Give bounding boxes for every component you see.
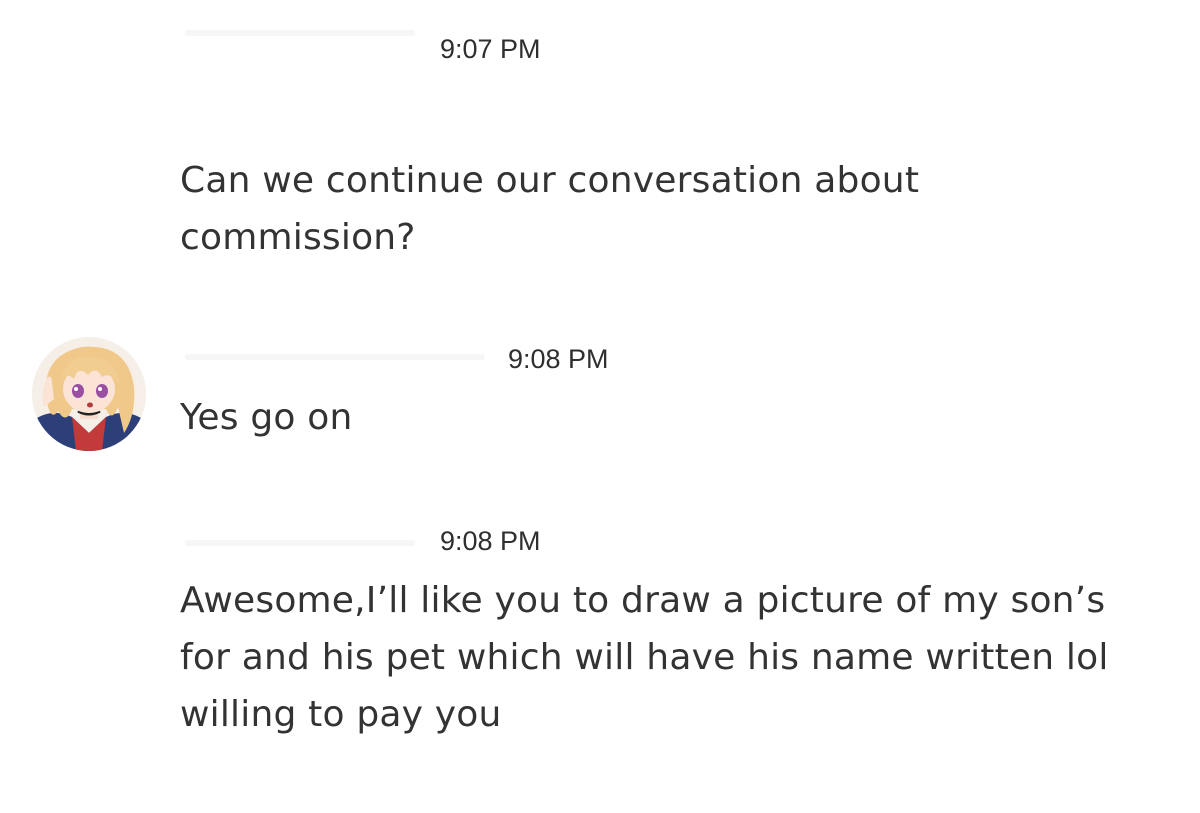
user-avatar[interactable] [32, 337, 146, 451]
redacted-username [185, 354, 485, 360]
message-timestamp: 9:07 PM [440, 34, 541, 64]
message-timestamp: 9:08 PM [508, 344, 609, 374]
message-timestamp: 9:08 PM [440, 526, 541, 556]
anime-girl-avatar-icon [32, 337, 146, 451]
message-text: Awesome,I’ll like you to draw a picture … [180, 580, 1109, 735]
redacted-username [185, 540, 415, 546]
redacted-username [185, 30, 415, 36]
message-text: Yes go on [180, 397, 353, 438]
chat-thread: 9:07 PM Can we continue our conversation… [0, 0, 1200, 813]
message-text: Can we continue our conversation about c… [180, 160, 920, 258]
